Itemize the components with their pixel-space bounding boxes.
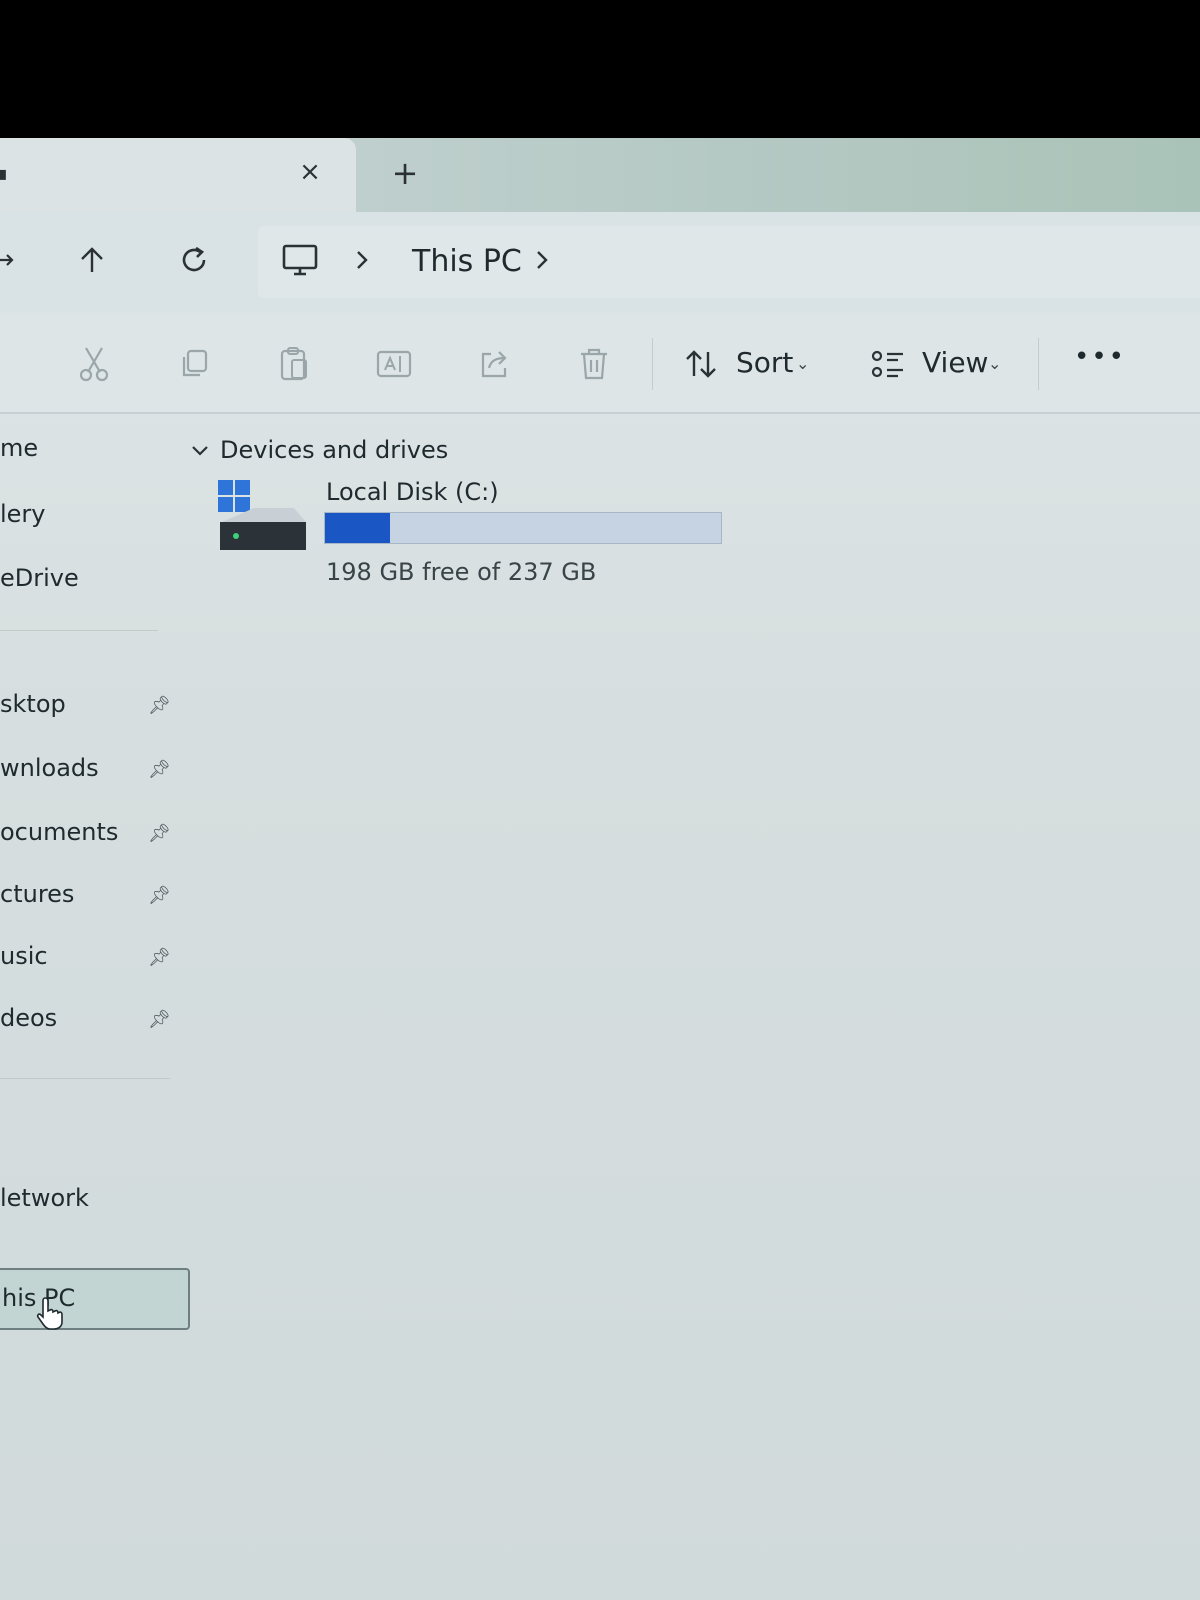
group-header-devices[interactable]: Devices and drives (220, 436, 448, 464)
navigation-bar: This PC (0, 212, 1200, 312)
address-bar[interactable]: This PC (258, 226, 1200, 298)
more-options-button[interactable]: ••• (1074, 342, 1126, 372)
paste-button[interactable] (272, 342, 316, 386)
arrow-right-icon (0, 254, 14, 266)
drive-usage-fill (325, 513, 391, 543)
hand-cursor-icon (36, 1296, 64, 1330)
rename-button[interactable] (372, 342, 416, 386)
copy-button[interactable] (172, 342, 216, 386)
sidebar-item-documents[interactable]: ocuments (0, 818, 118, 858)
drive-usage-bar (324, 512, 722, 544)
computer-icon (282, 244, 318, 282)
chevron-down-icon: ⌄ (796, 354, 810, 373)
view-icon-wrap[interactable] (866, 342, 910, 386)
sidebar-item-network[interactable]: letwork (0, 1184, 89, 1224)
forward-button[interactable] (0, 240, 26, 280)
sidebar-item-pictures[interactable]: ctures (0, 880, 74, 920)
pin-icon: 📌︎ (148, 695, 171, 716)
tab-close-button[interactable]: × (296, 158, 324, 186)
sidebar-item-onedrive[interactable]: eDrive (0, 564, 79, 604)
tab-this-pc[interactable]: ▪ × (0, 138, 356, 212)
group-collapse-chevron-icon[interactable] (190, 442, 210, 463)
pin-icon: 📌︎ (148, 885, 171, 906)
drive-local-disk-c[interactable]: Local Disk (C:) 198 GB free of 237 GB (218, 478, 738, 588)
trash-icon (581, 348, 607, 380)
breadcrumb-chevron-icon[interactable] (534, 248, 550, 276)
rename-icon (376, 350, 412, 378)
share-button[interactable] (472, 342, 516, 386)
drive-name: Local Disk (C:) (326, 478, 499, 506)
up-button[interactable] (72, 240, 112, 280)
arrow-up-icon (81, 247, 103, 272)
sidebar-item-gallery[interactable]: lery (0, 500, 46, 540)
file-explorer-window: ▪ × + This PC Sort ⌄ View ⌄ ••• me lery … (0, 138, 1200, 1600)
sidebar-item-this-pc[interactable]: his PC (0, 1268, 190, 1330)
sort-icon (686, 350, 716, 378)
sidebar-item-downloads[interactable]: wnloads (0, 754, 99, 794)
view-button[interactable]: View (922, 346, 988, 379)
tab-icon: ▪ (0, 161, 8, 185)
new-tab-button[interactable]: + (388, 156, 422, 190)
drive-free-space: 198 GB free of 237 GB (326, 558, 597, 586)
scissors-icon (79, 347, 109, 382)
command-bar: Sort ⌄ View ⌄ ••• (0, 314, 1200, 414)
delete-button[interactable] (572, 342, 616, 386)
cut-button[interactable] (72, 342, 116, 386)
chevron-down-icon: ⌄ (988, 354, 1002, 373)
sort-button[interactable]: Sort (736, 346, 793, 379)
sidebar-item-home[interactable]: me (0, 434, 38, 474)
sidebar-item-music[interactable]: usic (0, 942, 48, 982)
drive-icon (218, 478, 308, 562)
tab-strip: ▪ × + (0, 138, 1200, 212)
sort-icon-wrap[interactable] (680, 342, 724, 386)
toolbar-divider (652, 338, 653, 390)
navigation-pane: me lery eDrive sktop 📌︎ wnloads 📌︎ ocume… (0, 414, 190, 1600)
sidebar-item-videos[interactable]: deos (0, 1004, 57, 1044)
sidebar-divider (0, 630, 158, 631)
share-icon (481, 351, 507, 378)
view-icon (871, 350, 903, 378)
sidebar-item-desktop[interactable]: sktop (0, 690, 66, 730)
toolbar-divider (1038, 338, 1039, 390)
breadcrumb-this-pc[interactable]: This PC (412, 244, 522, 279)
copy-icon (182, 349, 208, 377)
breadcrumb-chevron-icon[interactable] (354, 248, 370, 276)
refresh-button[interactable] (174, 240, 214, 280)
pin-icon: 📌︎ (148, 1009, 171, 1030)
clipboard-icon (280, 347, 307, 381)
sidebar-divider (0, 1078, 170, 1079)
pin-icon: 📌︎ (148, 947, 171, 968)
pin-icon: 📌︎ (148, 823, 171, 844)
refresh-icon (182, 246, 206, 272)
pin-icon: 📌︎ (148, 759, 171, 780)
